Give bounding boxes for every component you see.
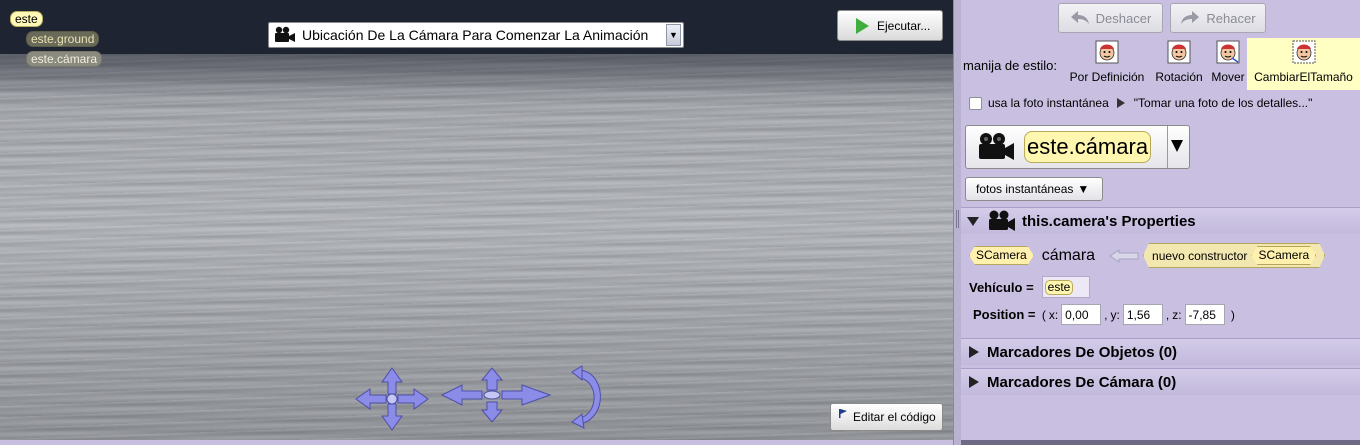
constructor-type-pill: SCamera — [1251, 246, 1316, 265]
selected-entity-name: este.cámara — [1024, 131, 1152, 163]
movie-camera-icon — [275, 26, 295, 42]
camera-dolly-handle-icon[interactable] — [440, 367, 552, 423]
position-z-field[interactable]: -7,85 — [1184, 304, 1225, 325]
chevron-down-icon[interactable]: ▼ — [666, 24, 681, 46]
style-move-button[interactable]: Mover — [1207, 38, 1249, 90]
expand-triangle-icon[interactable] — [969, 346, 979, 358]
camera-declaration-row: SCamera cámara nuevo constructor SCamera — [969, 243, 1325, 268]
comma-separator: , — [1165, 307, 1170, 322]
position-row: Position = ( x: 0,00 , y: 1,56 , z: -7,8… — [973, 304, 1235, 325]
use-snapshot-label: usa la foto instantánea — [988, 96, 1109, 110]
open-paren: ( — [1038, 307, 1046, 322]
declaration-name: cámara — [1041, 246, 1096, 264]
scene-tag-ground[interactable]: este.ground — [26, 31, 100, 47]
splitter-grip-icon[interactable] — [956, 210, 959, 228]
resize-style-face-icon — [1292, 40, 1315, 64]
style-move-label: Mover — [1211, 70, 1245, 84]
snapshots-button[interactable]: fotos instantáneas ▼ — [965, 177, 1103, 201]
rotate-style-face-icon — [1167, 40, 1191, 64]
redo-arrow-icon — [1181, 11, 1200, 24]
snapshot-hint: "Tomar una foto de los detalles..." — [1133, 96, 1313, 110]
handle-style-label: manija de estilo: — [963, 58, 1057, 73]
properties-title: this.camera's Properties — [1022, 212, 1196, 230]
properties-panel: Deshacer Rehacer manija de estilo: Por D… — [961, 0, 1360, 445]
camera-viewpoint-label: Ubicación De La Cámara Para Comenzar La … — [302, 27, 649, 43]
declaration-type-pill[interactable]: SCamera — [969, 246, 1034, 265]
style-default-label: Por Definición — [1069, 70, 1145, 84]
camera-markers-section-header[interactable]: Marcadores De Cámara (0) — [961, 368, 1360, 395]
comma-separator: , — [1104, 307, 1108, 322]
selected-entity-dropdown[interactable]: este.cámara — [965, 125, 1190, 169]
x-axis-label: x: — [1048, 307, 1059, 322]
close-paren: ) — [1227, 307, 1235, 322]
movie-camera-icon — [989, 210, 1015, 231]
scene-tag-camera[interactable]: este.cámara — [26, 51, 103, 67]
run-button[interactable]: Ejecutar... — [837, 10, 943, 41]
vehicle-value: este — [1044, 279, 1074, 295]
z-axis-label: z: — [1172, 307, 1182, 322]
panel-splitter[interactable] — [953, 0, 961, 445]
camera-markers-title: Marcadores De Cámara (0) — [987, 373, 1177, 391]
assign-arrow-icon — [1109, 248, 1139, 263]
expand-triangle-icon[interactable] — [969, 376, 979, 388]
y-axis-label: y: — [1110, 307, 1120, 322]
movie-camera-icon — [979, 133, 1014, 160]
snapshot-option-row: usa la foto instantánea "Tomar una foto … — [969, 96, 1312, 110]
style-rotate-label: Rotación — [1155, 70, 1203, 84]
camera-move-controls[interactable] — [352, 364, 612, 434]
flag-icon — [839, 408, 847, 418]
position-label: Position = — [973, 307, 1036, 322]
constructor-label: nuevo constructor — [1152, 248, 1248, 263]
move-style-face-icon — [1216, 40, 1240, 64]
scene-tag-root[interactable]: este — [10, 11, 43, 27]
vehicle-label: Vehículo = — [969, 279, 1034, 295]
undo-label: Deshacer — [1095, 10, 1152, 26]
edit-code-button-label: Editar el código — [853, 410, 936, 424]
edit-code-button[interactable]: Editar el código — [830, 403, 943, 431]
dropdown-separator — [1167, 126, 1168, 168]
properties-section-header[interactable]: this.camera's Properties — [961, 207, 1360, 234]
camera-pan-handle-icon[interactable] — [355, 367, 429, 431]
style-resize-label: CambiarElTamaño — [1254, 70, 1353, 84]
style-rotate-button[interactable]: Rotación — [1151, 38, 1207, 90]
chevron-down-icon[interactable] — [1171, 140, 1183, 152]
panel-bottom-border — [961, 440, 1360, 445]
constructor-pill[interactable]: nuevo constructor SCamera — [1143, 243, 1325, 268]
undo-button[interactable]: Deshacer — [1058, 3, 1163, 33]
horizon-shade — [0, 54, 953, 94]
camera-rotate-handle-icon[interactable] — [571, 365, 601, 429]
vehicle-row: Vehículo = este — [969, 276, 1090, 298]
redo-button[interactable]: Rehacer — [1170, 3, 1266, 33]
snapshots-button-label: fotos instantáneas — [976, 182, 1074, 196]
object-markers-section-header[interactable]: Marcadores De Objetos (0) — [961, 338, 1360, 365]
undo-arrow-icon — [1070, 11, 1089, 24]
camera-viewpoint-select[interactable]: Ubicación De La Cámara Para Comenzar La … — [268, 22, 684, 48]
collapse-triangle-icon[interactable] — [967, 216, 979, 226]
default-style-face-icon — [1095, 40, 1119, 64]
chevron-down-icon: ▼ — [1077, 182, 1090, 196]
position-y-field[interactable]: 1,56 — [1122, 304, 1163, 325]
style-default-button[interactable]: Por Definición — [1066, 38, 1148, 90]
use-snapshot-checkbox[interactable] — [969, 96, 982, 110]
object-markers-title: Marcadores De Objetos (0) — [987, 343, 1178, 361]
redo-label: Rehacer — [1206, 10, 1256, 26]
scene-view[interactable]: este este.ground este.cámara Ubicación D… — [0, 0, 953, 440]
play-icon — [856, 17, 869, 34]
run-button-label: Ejecutar... — [877, 18, 931, 33]
style-resize-button[interactable]: CambiarElTamaño — [1247, 38, 1360, 90]
vehicle-value-field[interactable]: este — [1041, 276, 1090, 298]
position-x-field[interactable]: 0,00 — [1061, 304, 1102, 325]
play-triangle-icon — [1116, 98, 1125, 108]
